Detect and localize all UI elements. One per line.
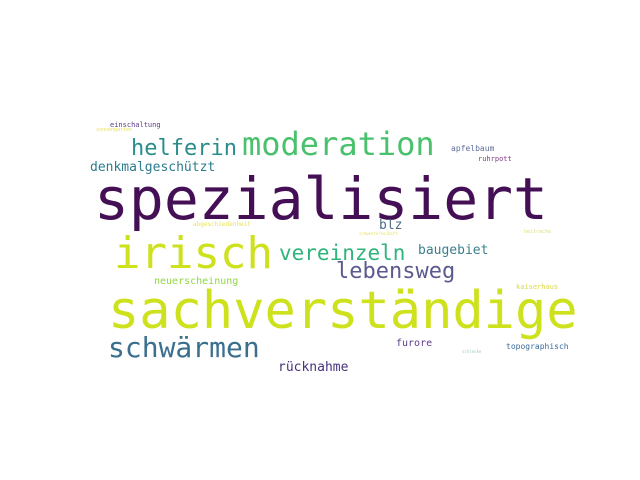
word: sonnengarten — [96, 127, 133, 133]
word: denkmalgeschützt — [90, 160, 216, 175]
word: schlecke — [462, 349, 482, 354]
word: furore — [396, 338, 433, 349]
word: vereinzeln — [279, 241, 406, 265]
word: sachverständige — [108, 281, 578, 341]
word: irisch — [114, 228, 273, 279]
word: baugebiet — [418, 243, 489, 258]
word-cloud: spezialisiert sachverständige irisch mod… — [0, 0, 640, 480]
word: helferin — [131, 136, 237, 161]
word: heitrache — [524, 229, 552, 235]
word: ruhrpott — [478, 155, 512, 163]
word: rücknahme — [278, 360, 349, 375]
word: schwesternschaft — [359, 231, 398, 236]
word: neuerscheinung — [154, 276, 239, 287]
word: apfelbaum — [451, 144, 495, 153]
word: abgeschiedenheit — [193, 221, 251, 228]
word: moderation — [242, 125, 435, 163]
word: kaiserhaus — [516, 283, 559, 291]
word: schwärmen — [108, 331, 260, 364]
word: spezialisiert — [94, 165, 548, 233]
word: topographisch — [506, 342, 569, 351]
